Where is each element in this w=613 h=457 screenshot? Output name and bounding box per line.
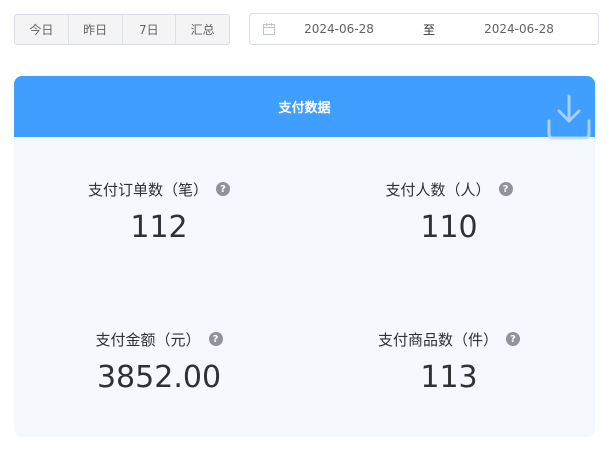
payment-data-card: 支付数据 支付订单数（笔） ? 112 支付人数（人） ? 110 支付金额（元… xyxy=(14,76,595,437)
start-date-input[interactable]: 2024-06-28 xyxy=(284,22,394,36)
stat-value: 3852.00 xyxy=(96,360,222,395)
stat-label: 支付人数（人） xyxy=(385,180,491,199)
tab-summary[interactable]: 汇总 xyxy=(176,15,229,44)
tab-today[interactable]: 今日 xyxy=(15,15,69,44)
stat-paid-items: 支付商品数（件） ? 113 xyxy=(304,328,594,396)
date-range-tabs: 今日 昨日 7日 汇总 xyxy=(14,14,230,45)
help-icon[interactable]: ? xyxy=(208,332,223,346)
stat-label: 支付金额（元） xyxy=(95,330,201,349)
end-date-input[interactable]: 2024-06-28 xyxy=(464,22,574,36)
stat-label: 支付商品数（件） xyxy=(377,330,498,349)
stat-paid-amount: 支付金额（元） ? 3852.00 xyxy=(14,328,304,396)
stat-paying-users: 支付人数（人） ? 110 xyxy=(304,178,594,246)
download-icon[interactable] xyxy=(545,94,593,140)
help-icon[interactable]: ? xyxy=(498,182,513,196)
help-icon[interactable]: ? xyxy=(216,182,230,196)
stat-value: 112 xyxy=(130,210,188,245)
stat-value: 113 xyxy=(420,360,478,395)
stat-label: 支付订单数（笔） xyxy=(87,180,208,199)
help-icon[interactable]: ? xyxy=(506,332,520,346)
stat-paid-orders: 支付订单数（笔） ? 112 xyxy=(14,178,304,246)
tab-7days[interactable]: 7日 xyxy=(123,15,177,44)
calendar-icon xyxy=(254,23,284,35)
date-separator: 至 xyxy=(422,22,435,37)
stat-value: 110 xyxy=(420,210,478,245)
date-range-picker[interactable]: 2024-06-28 至 2024-06-28 xyxy=(249,13,599,45)
card-title: 支付数据 xyxy=(278,101,331,116)
card-header: 支付数据 xyxy=(14,76,595,140)
tab-yesterday[interactable]: 昨日 xyxy=(69,15,123,44)
